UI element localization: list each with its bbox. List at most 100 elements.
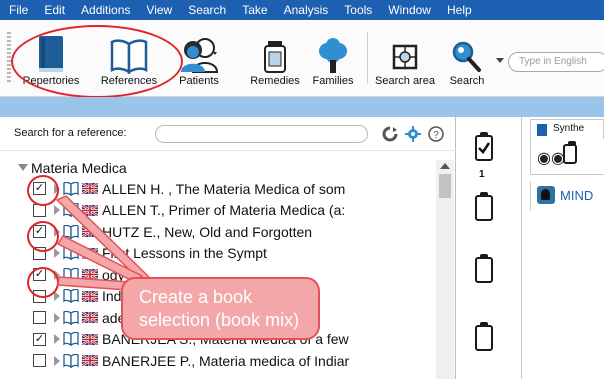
open-book-icon	[63, 181, 79, 196]
reference-title: ALLEN T., Primer of Materia Medica (a:	[102, 202, 346, 218]
menu-help[interactable]: Help	[439, 0, 480, 20]
synthesis-panel: Synthe ◉◉ MIND	[522, 117, 604, 379]
reference-search-row: Search for a reference: ?	[0, 117, 456, 151]
reference-title: HUTZ E., New, Old and Forgotten	[102, 223, 313, 240]
menu-tools[interactable]: Tools	[336, 0, 380, 20]
binoculars-icon[interactable]: ◉◉	[537, 148, 565, 168]
annotation-callout: Create a book selection (book mix)	[121, 277, 320, 340]
expand-arrow-icon[interactable]	[18, 164, 28, 171]
checkbox-highlight-ring	[27, 221, 59, 252]
reference-search-input[interactable]	[155, 125, 368, 143]
tree-root-label: Materia Medica	[31, 160, 127, 176]
expand-arrow-icon[interactable]	[54, 312, 60, 323]
uk-flag-icon	[82, 247, 98, 259]
clipboard-icon[interactable]	[475, 254, 493, 283]
checkbox-highlight-ring	[27, 175, 59, 206]
reference-search-label: Search for a reference:	[14, 127, 127, 139]
expand-arrow-icon[interactable]	[54, 248, 60, 258]
callout-text: Create a book selection (book mix)	[139, 287, 300, 330]
search-area-icon	[372, 28, 438, 74]
rubric-label: MIND	[560, 188, 594, 203]
open-book-icon	[63, 310, 79, 325]
search-label: Search	[449, 75, 485, 87]
panel-header-strip	[0, 97, 604, 117]
search-dropdown-icon[interactable]	[496, 58, 504, 63]
remedies-button[interactable]: Remedies	[246, 28, 304, 87]
synthesis-book-icon	[537, 124, 547, 136]
reference-checkbox[interactable]: ✓	[33, 332, 46, 346]
toolbar-separator	[367, 32, 368, 84]
help-icon[interactable]: ?	[428, 126, 444, 142]
expand-arrow-icon[interactable]	[54, 334, 60, 344]
remedy-jar-icon	[246, 28, 304, 74]
expand-arrow-icon[interactable]	[54, 355, 60, 366]
reference-checkbox[interactable]	[33, 311, 46, 324]
open-book-icon	[63, 289, 79, 303]
app-window: File Edit Additions View Search Take Ana…	[0, 0, 604, 379]
clipboard-icon[interactable]	[563, 141, 577, 164]
reference-row[interactable]: ✓ ALLEN H. , The Materia Medica of som	[0, 178, 436, 199]
synthesis-tab[interactable]: Synthe	[530, 119, 604, 139]
scroll-thumb[interactable]	[439, 174, 451, 198]
search-icon	[442, 28, 492, 74]
open-book-icon	[63, 203, 79, 217]
synthesis-toolbar: ◉◉	[530, 139, 604, 175]
uk-flag-icon	[82, 290, 98, 302]
reference-title: BANERJEE P., Materia medica of Indiar	[102, 352, 350, 369]
synthesis-tab-label: Synthe	[553, 123, 585, 134]
menu-bar: File Edit Additions View Search Take Ana…	[0, 0, 604, 20]
patients-label: Patients	[179, 75, 219, 87]
families-tree-icon	[308, 28, 358, 74]
uk-flag-icon	[82, 204, 98, 216]
menu-window[interactable]: Window	[380, 0, 439, 20]
checkbox-highlight-ring	[27, 267, 59, 298]
search-area-button[interactable]: Search area	[372, 28, 438, 87]
tree-root-materia-medica[interactable]: Materia Medica	[18, 160, 127, 176]
clipboard-check-icon[interactable]	[475, 132, 493, 161]
reference-row[interactable]: BANERJEE P., Materia medica of Indiar	[0, 350, 436, 371]
clipboard-column: 1	[457, 117, 522, 379]
families-label: Families	[312, 75, 354, 87]
search-button[interactable]: Search	[442, 28, 492, 87]
uk-flag-icon	[82, 355, 98, 366]
menu-take[interactable]: Take	[234, 0, 275, 20]
search-input[interactable]: Type in English	[508, 52, 604, 72]
reference-row[interactable]: ✓ HUTZ E., New, Old and Forgotten	[0, 221, 436, 242]
menu-analysis[interactable]: Analysis	[276, 0, 337, 20]
families-button[interactable]: Families	[308, 28, 358, 87]
clipboard-icon[interactable]	[475, 192, 493, 221]
svg-text:?: ?	[433, 130, 439, 141]
uk-flag-icon	[82, 183, 98, 194]
scroll-up-arrow-icon[interactable]	[440, 163, 450, 169]
menu-additions[interactable]: Additions	[73, 0, 138, 20]
refresh-icon[interactable]	[382, 126, 398, 142]
active-clipboard-number: 1	[479, 169, 485, 180]
clipboard-icon[interactable]	[475, 322, 493, 351]
open-book-icon	[63, 224, 79, 239]
remedies-label: Remedies	[250, 75, 300, 87]
reference-row[interactable]: First Lessons in the Sympt	[0, 243, 436, 264]
open-book-icon	[63, 353, 79, 368]
search-area-label: Search area	[375, 75, 435, 87]
open-book-icon	[63, 246, 79, 260]
mind-head-icon	[537, 186, 555, 204]
uk-flag-icon	[82, 333, 98, 345]
reference-checkbox[interactable]	[33, 354, 46, 367]
reference-title: ALLEN H. , The Materia Medica of som	[102, 180, 346, 197]
reference-scrollbar[interactable]	[436, 160, 454, 379]
rubric-row[interactable]: MIND	[530, 181, 604, 211]
reference-row[interactable]: ALLEN T., Primer of Materia Medica (a:	[0, 200, 436, 221]
menu-edit[interactable]: Edit	[36, 0, 73, 20]
toolbar: Repertories References Patients Remedies…	[0, 20, 604, 98]
settings-gear-icon[interactable]	[405, 126, 421, 142]
uk-flag-icon	[82, 312, 98, 323]
open-book-icon	[63, 267, 79, 282]
menu-file[interactable]: File	[0, 0, 36, 20]
menu-search[interactable]: Search	[180, 0, 234, 20]
uk-flag-icon	[82, 269, 98, 280]
reference-title: First Lessons in the Sympt	[102, 245, 267, 261]
expand-arrow-icon[interactable]	[54, 205, 60, 215]
open-book-icon	[63, 332, 79, 346]
uk-flag-icon	[82, 226, 98, 237]
menu-view[interactable]: View	[138, 0, 180, 20]
